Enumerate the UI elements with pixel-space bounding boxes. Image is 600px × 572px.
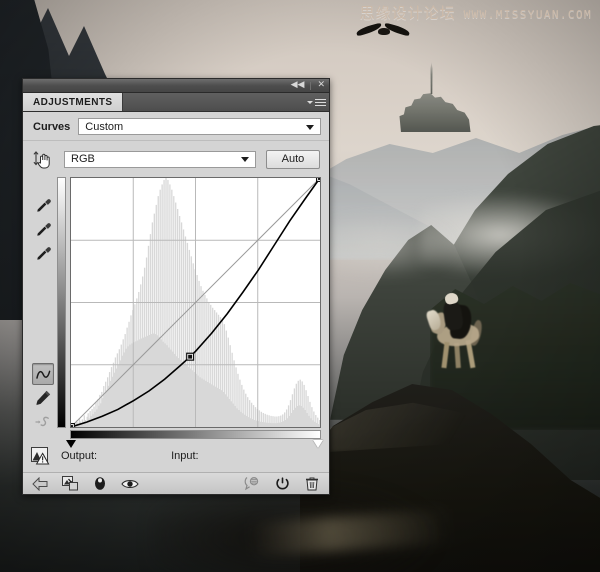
preset-select-value: Custom [85, 120, 124, 133]
reset-adjustment-button[interactable] [273, 476, 291, 492]
draw-pencil-curve-tool[interactable] [32, 387, 54, 409]
panel-menu-bars-icon [314, 97, 326, 108]
tools-mid-spacer-6 [32, 347, 54, 361]
curve-graph-canvas[interactable] [71, 178, 320, 427]
panel-footer [23, 472, 329, 494]
watermark: 思缘设计论坛 WWW.MISSYUAN.COM [360, 2, 592, 23]
chevron-down-icon [306, 124, 314, 130]
adjustments-panel: ◀◀ ✕ ADJUSTMENTS Curves Custom RGB Auto … [22, 78, 330, 495]
curve-graph[interactable] [70, 177, 321, 428]
tools-mid-spacer-2 [32, 283, 54, 297]
on-image-adjust-hand-icon[interactable] [32, 148, 54, 170]
clipping-warning-icon[interactable] [31, 447, 51, 465]
chevron-down-icon [241, 157, 249, 162]
tab-adjustments[interactable]: ADJUSTMENTS [23, 93, 124, 111]
view-previous-state-button[interactable] [243, 476, 261, 492]
auto-button[interactable]: Auto [266, 149, 320, 169]
output-gradient-strip [57, 177, 66, 428]
collapse-double-chevron-left-icon[interactable]: ◀◀ [291, 81, 305, 90]
tab-adjustments-label: ADJUSTMENTS [33, 96, 113, 108]
watermark-cn-text: 思缘设计论坛 [359, 4, 456, 22]
channel-row: RGB Auto [23, 141, 329, 177]
panel-titlebar: ◀◀ ✕ [23, 79, 329, 93]
clip-to-layer-button[interactable] [61, 476, 79, 492]
smooth-curve-tool[interactable] [32, 411, 54, 433]
sample-black-point-eyedropper[interactable] [32, 195, 54, 217]
preset-row-label: Curves [33, 120, 71, 133]
close-icon[interactable]: ✕ [317, 81, 325, 90]
curve-tools-column [29, 177, 57, 433]
output-label: Output: [61, 450, 98, 462]
preset-select[interactable]: Custom [78, 118, 321, 135]
tools-mid-spacer-4 [32, 315, 54, 329]
panel-menu-caret-icon [306, 100, 313, 104]
toggle-layer-visibility-button[interactable] [121, 476, 139, 492]
panel-menu-icon[interactable] [303, 93, 329, 111]
toggle-preview-layer-button[interactable] [91, 476, 109, 492]
curve-editor-zone [23, 177, 329, 448]
panel-body: Curves Custom RGB Auto Output: Input: [23, 112, 329, 494]
auto-button-label: Auto [281, 153, 305, 165]
tools-mid-spacer-3 [32, 299, 54, 313]
edit-points-curve-tool[interactable] [32, 363, 54, 385]
panel-tab-row: ADJUSTMENTS [23, 93, 329, 112]
delete-adjustment-layer-button[interactable] [303, 476, 321, 492]
white-point-handle[interactable] [313, 440, 323, 448]
input-gradient-strip [70, 430, 321, 439]
preset-row: Curves Custom [23, 112, 329, 141]
tools-mid-spacer-5 [32, 331, 54, 345]
black-point-handle[interactable] [66, 440, 76, 448]
channel-select-value: RGB [71, 153, 95, 165]
curve-graph-wrapper [57, 177, 323, 448]
tab-row-filler [123, 93, 303, 111]
tools-mid-spacer [32, 267, 54, 281]
tools-top-spacer [32, 179, 54, 193]
watermark-en-text: WWW.MISSYUAN.COM [463, 8, 592, 21]
sample-white-point-eyedropper[interactable] [32, 243, 54, 265]
return-to-adjustment-list-button[interactable] [31, 476, 49, 492]
sample-gray-point-eyedropper[interactable] [32, 219, 54, 241]
channel-select[interactable]: RGB [64, 150, 256, 168]
titlebar-divider [310, 81, 312, 90]
input-label: Input: [171, 450, 199, 462]
